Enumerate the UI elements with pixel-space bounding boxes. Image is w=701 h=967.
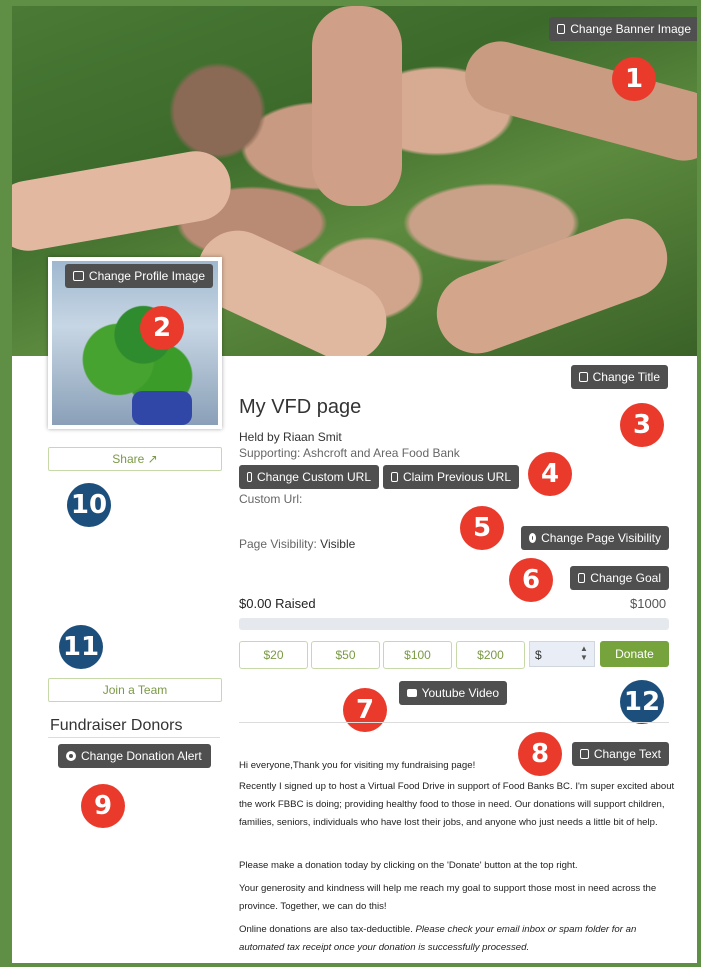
custom-url-label: Custom Url: bbox=[239, 492, 303, 506]
change-profile-image-button[interactable]: Change Profile Image bbox=[65, 264, 213, 288]
callout-badge: 11 bbox=[59, 625, 103, 669]
description-paragraph: Recently I signed up to host a Virtual F… bbox=[239, 781, 675, 828]
callout-badge: 10 bbox=[67, 483, 111, 527]
profile-hand bbox=[132, 391, 192, 425]
amount-raised: $0.00 Raised bbox=[239, 596, 316, 611]
youtube-video-button[interactable]: Youtube Video bbox=[399, 681, 507, 705]
donate-button[interactable]: Donate bbox=[600, 641, 669, 667]
page-title: My VFD page bbox=[239, 396, 362, 418]
amount-button-100[interactable]: $100 bbox=[383, 641, 452, 669]
amount-button-200[interactable]: $200 bbox=[456, 641, 525, 669]
change-goal-button[interactable]: Change Goal bbox=[570, 566, 669, 590]
callout-badge: 3 bbox=[620, 403, 664, 447]
edit-icon bbox=[578, 573, 586, 583]
banner-arm bbox=[312, 6, 402, 206]
change-banner-image-button[interactable]: Change Banner Image bbox=[549, 17, 699, 41]
callout-badge: 7 bbox=[343, 688, 387, 732]
description-paragraph: Please make a donation today by clicking… bbox=[239, 860, 578, 871]
callout-badge: 5 bbox=[460, 506, 504, 550]
callout-badge: 9 bbox=[81, 784, 125, 828]
page-visibility-value: Visible bbox=[320, 537, 356, 551]
image-icon bbox=[557, 24, 566, 34]
amount-button-20[interactable]: $20 bbox=[239, 641, 308, 669]
edit-icon bbox=[247, 472, 252, 482]
divider bbox=[239, 722, 669, 723]
gear-icon bbox=[529, 533, 537, 543]
claim-previous-url-button[interactable]: Claim Previous URL bbox=[383, 465, 519, 489]
change-donation-alert-button[interactable]: Change Donation Alert bbox=[58, 744, 211, 768]
divider bbox=[48, 737, 220, 738]
change-title-button[interactable]: Change Title bbox=[571, 365, 668, 389]
edit-icon bbox=[391, 472, 398, 482]
description-paragraph: Your generosity and kindness will help m… bbox=[239, 883, 657, 912]
callout-badge: 2 bbox=[140, 306, 184, 350]
amount-button-50[interactable]: $50 bbox=[311, 641, 380, 669]
banner-arm bbox=[12, 145, 237, 257]
join-team-button[interactable]: Join a Team bbox=[48, 678, 222, 702]
image-icon bbox=[73, 271, 84, 281]
change-custom-url-button[interactable]: Change Custom URL bbox=[239, 465, 379, 489]
external-link-icon: ↗ bbox=[147, 452, 158, 466]
change-page-visibility-button[interactable]: Change Page Visibility bbox=[521, 526, 669, 550]
spinner-arrows-icon[interactable]: ▲ ▼ bbox=[580, 644, 588, 662]
description-paragraph: Online donations are also tax-deductible… bbox=[239, 924, 637, 953]
banner-arm bbox=[425, 207, 679, 356]
held-by: Held by Riaan Smit bbox=[239, 430, 342, 444]
callout-badge: 1 bbox=[612, 57, 656, 101]
edit-icon bbox=[579, 372, 588, 382]
page-visibility: Page Visibility: Visible bbox=[239, 537, 356, 551]
fundraiser-donors-title: Fundraiser Donors bbox=[50, 717, 183, 734]
callout-badge: 6 bbox=[509, 558, 553, 602]
share-button[interactable]: Share ↗ bbox=[48, 447, 222, 471]
supporting-org: Supporting: Ashcroft and Area Food Bank bbox=[239, 446, 460, 460]
callout-badge: 4 bbox=[528, 452, 572, 496]
callout-badge: 12 bbox=[620, 680, 664, 724]
gear-icon bbox=[66, 751, 76, 761]
banner-arm bbox=[457, 33, 697, 169]
goal-amount: $1000 bbox=[630, 596, 667, 611]
youtube-icon bbox=[407, 689, 417, 697]
fundraising-progress-bar bbox=[239, 618, 669, 630]
description-greeting: Hi everyone,Thank you for visiting my fu… bbox=[239, 760, 476, 771]
